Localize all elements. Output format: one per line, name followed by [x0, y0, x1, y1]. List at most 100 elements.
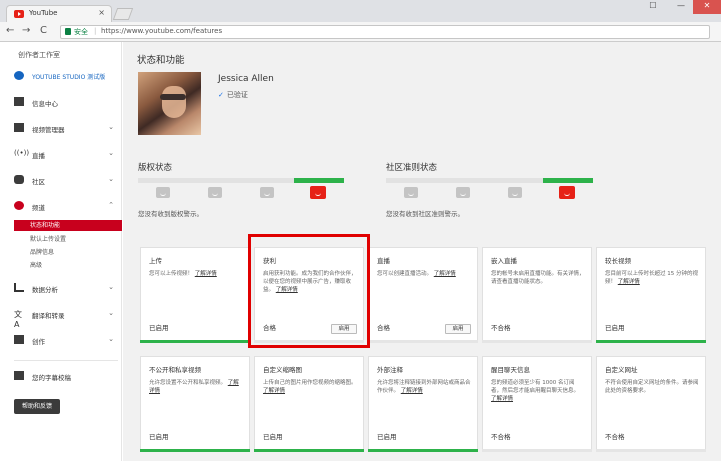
chevron-down-icon: ⌄: [108, 175, 114, 183]
sidebar-subitem-branding[interactable]: 品牌信息: [30, 247, 54, 256]
learn-more-link[interactable]: 了解详情: [263, 388, 285, 394]
card-description: 您目前可以上传时长超过 15 分钟的视频！ 了解详情: [605, 271, 698, 285]
check-icon: ✓: [218, 91, 224, 99]
card-status-bar: [482, 340, 592, 343]
strike-indicator-icon: [456, 187, 470, 198]
sidebar-item-create[interactable]: 创作 ⌄: [14, 334, 118, 348]
url-separator: |: [94, 27, 97, 35]
enable-button[interactable]: 启用: [445, 324, 471, 334]
channel-avatar: [138, 72, 201, 135]
feature-card-external-annotations[interactable]: 外部注释 允许您将注释链接到外部网站或商品合作伙伴。 了解详情 已启用: [368, 356, 478, 452]
new-tab-button[interactable]: [112, 8, 134, 20]
chevron-down-icon: ⌄: [108, 123, 114, 131]
strike-indicator-icon: [208, 187, 222, 198]
feature-card-upload[interactable]: 上传 您可以上传视频！ 了解详情 已启用: [140, 247, 250, 343]
card-status: 已启用: [377, 433, 397, 441]
card-title: 不公开和私享视频: [149, 366, 201, 374]
channel-name: Jessica Allen: [218, 74, 274, 84]
reload-button[interactable]: C: [40, 25, 47, 36]
sidebar-item-label: 数据分析: [32, 286, 58, 294]
card-status-bar: [140, 340, 250, 343]
card-title: 嵌入直播: [491, 257, 517, 265]
copyright-status-track: [138, 178, 344, 183]
help-feedback-button[interactable]: 帮助和反馈: [14, 399, 60, 414]
sidebar-item-analytics[interactable]: 数据分析 ⌄: [14, 282, 118, 296]
channel-icon: [14, 201, 24, 210]
sidebar-item-label: 视频管理器: [32, 126, 65, 134]
learn-more-link[interactable]: 了解详情: [434, 271, 456, 277]
sidebar-subitem-advanced[interactable]: 高级: [30, 260, 42, 269]
chevron-down-icon: ⌄: [108, 149, 114, 157]
sidebar-item-community[interactable]: 社区 ⌄: [14, 174, 118, 188]
sidebar-item-translate[interactable]: 文A 翻译和转录 ⌄: [14, 308, 118, 329]
learn-more-link[interactable]: 了解详情: [618, 279, 640, 285]
status-good-icon: [559, 186, 575, 199]
card-status: 不合格: [491, 324, 511, 332]
avatar-sunglasses: [160, 94, 186, 100]
strike-indicator-icon: [156, 187, 170, 198]
sidebar-item-studio-beta[interactable]: YOUTUBE STUDIO 测试版: [14, 70, 118, 84]
card-status: 已启用: [149, 433, 169, 441]
live-icon: ((•)): [14, 149, 30, 157]
sidebar-item-label: 信息中心: [32, 100, 58, 108]
browser-tab-bar: YouTube × ☐ — ✕: [0, 0, 721, 22]
page-title: 状态和功能: [137, 55, 185, 66]
card-status-bar: [254, 449, 364, 452]
url-input[interactable]: 安全 | https://www.youtube.com/features: [60, 25, 710, 39]
avatar-face: [162, 86, 186, 118]
main-content: 状态和功能 Jessica Allen ✓ 已验证 版权状态 您没有收到版权警示。…: [123, 42, 721, 461]
window-minimize-button[interactable]: —: [669, 0, 693, 14]
card-title: 直播: [377, 257, 390, 265]
card-status-bar: [596, 449, 706, 452]
youtube-favicon-icon: [14, 10, 24, 18]
feature-card-embed-live[interactable]: 嵌入直播 您的帐号未启用直播功能。有关详情，请查看直播功能状态。 不合格: [482, 247, 592, 343]
feature-card-custom-url[interactable]: 自定义网址 不符合使用自定义网址的条件。请参阅此处的资格要求。 不合格: [596, 356, 706, 452]
window-user-icon[interactable]: ☐: [641, 0, 665, 14]
card-title: 较长视频: [605, 257, 631, 265]
sidebar-item-live[interactable]: ((•)) 直播 ⌄: [14, 148, 118, 162]
card-description: 不符合使用自定义网址的条件。请参阅此处的资格要求。: [605, 380, 699, 394]
community-status-message: 您没有收到社区准则警示。: [386, 210, 464, 218]
sidebar-subitem-upload-defaults[interactable]: 默认上传设置: [30, 234, 66, 243]
sidebar-heading: 创作者工作室: [18, 51, 60, 59]
tab-close-icon[interactable]: ×: [98, 8, 105, 17]
feature-card-super-chat[interactable]: 醒目聊天信息 您的频道必须至少有 1000 名订阅者，然后您才能启用醒目聊天信息…: [482, 356, 592, 452]
card-title: 醒目聊天信息: [491, 366, 530, 374]
url-text: https://www.youtube.com/features: [101, 27, 223, 35]
sidebar-item-video-manager[interactable]: 视频管理器 ⌄: [14, 122, 118, 136]
back-button[interactable]: ←: [6, 25, 14, 36]
card-status: 不合格: [491, 433, 511, 441]
card-status-bar: [596, 340, 706, 343]
chevron-down-icon: ⌄: [108, 335, 114, 343]
card-status: 已启用: [263, 433, 283, 441]
learn-more-link[interactable]: 了解详情: [491, 396, 513, 402]
community-icon: [14, 175, 24, 184]
card-status-bar: [368, 340, 478, 343]
translate-icon: 文A: [14, 310, 22, 329]
forward-button[interactable]: →: [22, 25, 30, 36]
card-status-bar: [140, 449, 250, 452]
card-description: 您的帐号未启用直播功能。有关详情，请查看直播功能状态。: [491, 271, 585, 285]
feature-card-longer-videos[interactable]: 较长视频 您目前可以上传时长超过 15 分钟的视频！ 了解详情 已启用: [596, 247, 706, 343]
card-status: 合格: [377, 324, 390, 332]
feature-card-unlisted-private[interactable]: 不公开和私享视频 允许您设置不公开和私享视频。 了解详情 已启用: [140, 356, 250, 452]
sidebar-subitem-status[interactable]: 状态和功能: [14, 220, 122, 231]
window-close-button[interactable]: ✕: [693, 0, 721, 14]
learn-more-link[interactable]: 了解详情: [195, 271, 217, 277]
learn-more-link[interactable]: 了解详情: [401, 388, 423, 394]
sidebar-item-label: 直播: [32, 152, 45, 160]
subtitles-icon: [14, 371, 24, 380]
feature-card-custom-thumbnails[interactable]: 自定义缩略图 上传自己的图片用作您视频的缩略图。 了解详情 已启用: [254, 356, 364, 452]
card-description: 允许您将注释链接到外部网站或商品合作伙伴。 了解详情: [377, 380, 471, 394]
sidebar-item-channel[interactable]: 频道 ⌃: [14, 200, 118, 214]
sidebar-item-label: 您的字幕校稿: [32, 374, 71, 382]
feature-card-live[interactable]: 直播 您可以创建直播活动。 了解详情 合格 启用: [368, 247, 478, 343]
verified-label: 已验证: [226, 91, 248, 99]
create-icon: [14, 335, 24, 344]
sidebar-item-dashboard[interactable]: 信息中心: [14, 96, 118, 110]
card-title: 上传: [149, 257, 162, 265]
browser-tab[interactable]: YouTube ×: [6, 5, 112, 22]
copyright-status-title: 版权状态: [138, 163, 173, 173]
card-description: 您的频道必须至少有 1000 名订阅者，然后您才能启用醒目聊天信息。 了解详情: [491, 380, 580, 402]
sidebar-item-subtitles[interactable]: 您的字幕校稿: [14, 370, 118, 384]
